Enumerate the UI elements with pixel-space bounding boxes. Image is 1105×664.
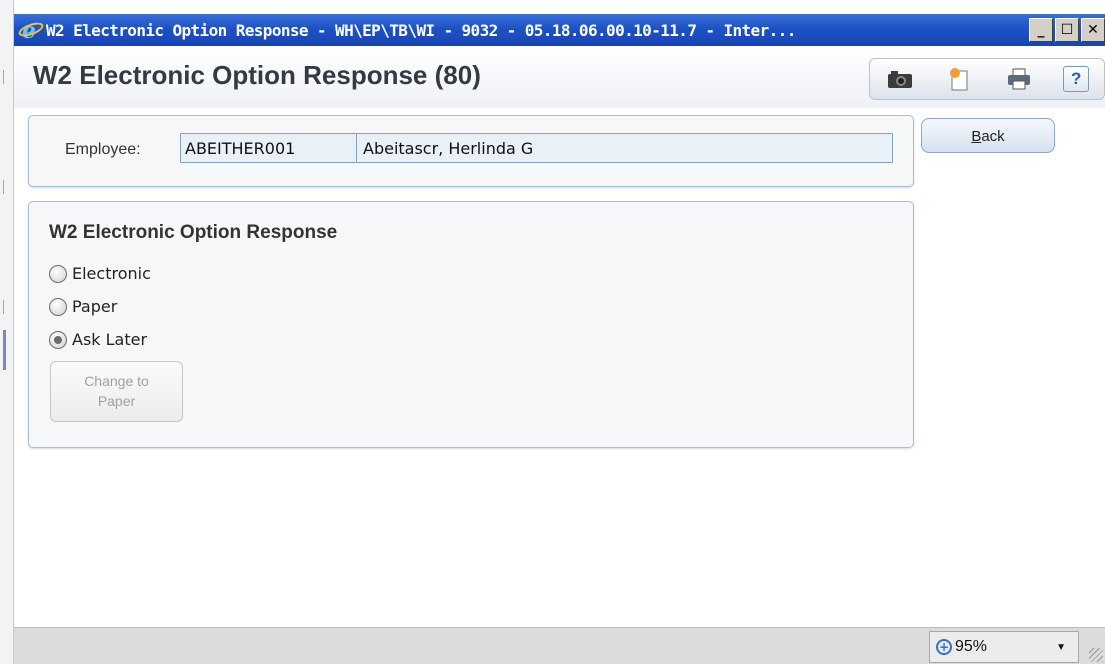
parent-window-edge (0, 0, 14, 664)
minimize-button[interactable]: _ (1029, 18, 1053, 42)
camera-icon[interactable] (885, 64, 915, 94)
radio-button-checked[interactable] (49, 330, 67, 349)
radio-electronic[interactable]: Electronic (49, 264, 151, 283)
page-title: W2 Electronic Option Response (80) (33, 60, 481, 90)
change-button-line1: Change to (84, 373, 149, 389)
internet-explorer-icon: e (16, 17, 46, 44)
radio-button[interactable] (49, 264, 67, 283)
status-bar: + 95% ▼ (14, 627, 1105, 664)
window-title: W2 Electronic Option Response - WH\EP\TB… (46, 20, 796, 40)
back-accel: B (971, 128, 982, 145)
help-icon[interactable]: ? (1063, 66, 1090, 92)
page-toolbar: ? (869, 58, 1105, 100)
maximize-button[interactable]: ☐ (1055, 18, 1079, 42)
close-button[interactable]: ✕ (1081, 18, 1105, 42)
employee-name: Abeitascr, Herlinda G (363, 139, 534, 158)
option-panel: W2 Electronic Option Response Electronic… (28, 201, 914, 448)
option-panel-title: W2 Electronic Option Response (49, 222, 338, 243)
zoom-control[interactable]: + 95% ▼ (929, 631, 1079, 663)
employee-panel: Employee: ABEITHER001 Abeitascr, Herlind… (28, 115, 914, 187)
radio-label: Electronic (72, 264, 151, 283)
page-header: W2 Electronic Option Response (80) ? (14, 46, 1105, 108)
zoom-level: 95% (955, 638, 988, 655)
edge-mark (3, 330, 9, 370)
chevron-down-icon[interactable]: ▼ (1056, 642, 1066, 653)
back-label: ack (981, 128, 1005, 145)
window-titlebar[interactable]: e W2 Electronic Option Response - WH\EP\… (14, 14, 1105, 46)
radio-paper[interactable]: Paper (49, 297, 117, 316)
employee-field: ABEITHER001 Abeitascr, Herlinda G (180, 133, 893, 163)
resize-grip-icon[interactable] (1089, 648, 1103, 662)
radio-label: Paper (72, 297, 118, 316)
radio-ask-later[interactable]: Ask Later (49, 330, 147, 349)
printer-icon[interactable] (1004, 64, 1034, 94)
document-star-icon[interactable] (944, 64, 974, 94)
edge-mark (3, 70, 9, 84)
radio-button[interactable] (49, 297, 67, 316)
change-to-paper-button[interactable]: Change to Paper (50, 361, 183, 422)
back-button[interactable]: Back (921, 118, 1055, 153)
edge-mark (3, 180, 9, 194)
employee-label: Employee: (65, 141, 141, 158)
edge-mark (3, 300, 9, 314)
change-button-line2: Paper (97, 393, 136, 409)
radio-label: Ask Later (72, 330, 148, 349)
employee-code: ABEITHER001 (181, 134, 357, 162)
zoom-magnifier-icon: + (936, 639, 952, 655)
